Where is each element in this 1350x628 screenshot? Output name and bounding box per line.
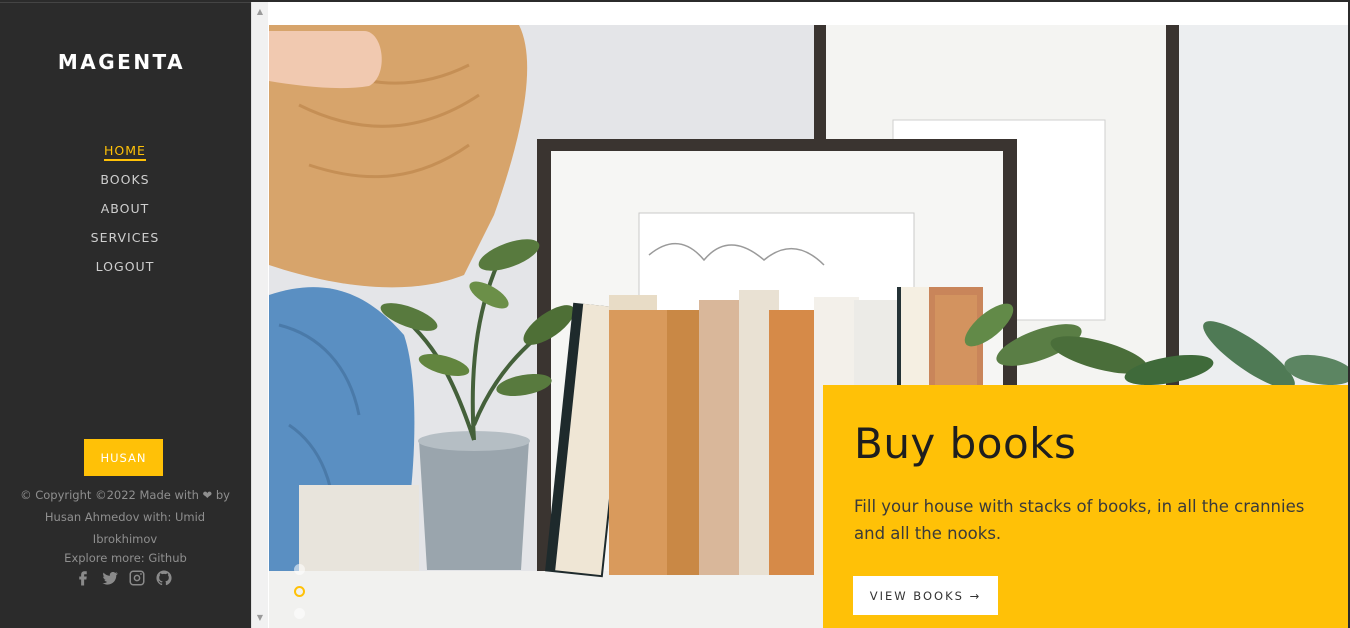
- arrow-right-icon: →: [969, 588, 982, 603]
- explore-prefix: Explore more:: [64, 551, 149, 565]
- nav-link-home[interactable]: HOME: [104, 142, 146, 161]
- social-links: [74, 569, 173, 587]
- github-icon[interactable]: [155, 569, 173, 587]
- scroll-up-arrow-icon[interactable]: ▲: [255, 7, 265, 17]
- explore-more: Explore more: Github: [0, 551, 251, 565]
- scroll-down-arrow-icon[interactable]: ▼: [255, 613, 265, 623]
- carousel-dot-1[interactable]: [294, 564, 305, 575]
- github-link[interactable]: Github: [148, 551, 187, 565]
- hero-title: Buy books: [854, 419, 1077, 468]
- twitter-icon[interactable]: [101, 569, 119, 587]
- user-profile-button[interactable]: HUSAN: [84, 439, 163, 476]
- brand-logo[interactable]: MAGENTA: [0, 50, 243, 74]
- view-books-button[interactable]: VIEW BOOKS →: [853, 576, 998, 615]
- instagram-icon[interactable]: [128, 569, 146, 587]
- hero-description: Fill your house with stacks of books, in…: [854, 497, 1305, 543]
- hero-promo-card: Buy books Fill your house with stacks of…: [823, 385, 1348, 628]
- view-books-label: VIEW BOOKS: [869, 588, 964, 603]
- sidebar-scrollbar[interactable]: ▲ ▼: [251, 2, 268, 628]
- carousel-dot-2[interactable]: [294, 586, 305, 597]
- copyright-text: © Copyright ©2022 Made with ❤ by Husan A…: [20, 488, 230, 546]
- nav-link-about[interactable]: ABOUT: [101, 199, 150, 219]
- main-nav: HOME BOOKS ABOUT SERVICES LOGOUT: [0, 140, 250, 285]
- nav-link-services[interactable]: SERVICES: [91, 228, 160, 248]
- nav-item-about: ABOUT: [0, 198, 250, 227]
- carousel-indicators: [294, 564, 308, 628]
- nav-item-services: SERVICES: [0, 227, 250, 256]
- nav-item-books: BOOKS: [0, 169, 250, 198]
- carousel-dot-3[interactable]: [294, 608, 305, 619]
- nav-item-logout: LOGOUT: [0, 256, 250, 285]
- facebook-icon[interactable]: [74, 569, 92, 587]
- nav-item-home: HOME: [0, 140, 250, 169]
- nav-link-logout[interactable]: LOGOUT: [96, 257, 155, 277]
- sidebar: MAGENTA HOME BOOKS ABOUT SERVICES LOGOUT…: [0, 2, 251, 628]
- nav-link-books[interactable]: BOOKS: [100, 170, 149, 190]
